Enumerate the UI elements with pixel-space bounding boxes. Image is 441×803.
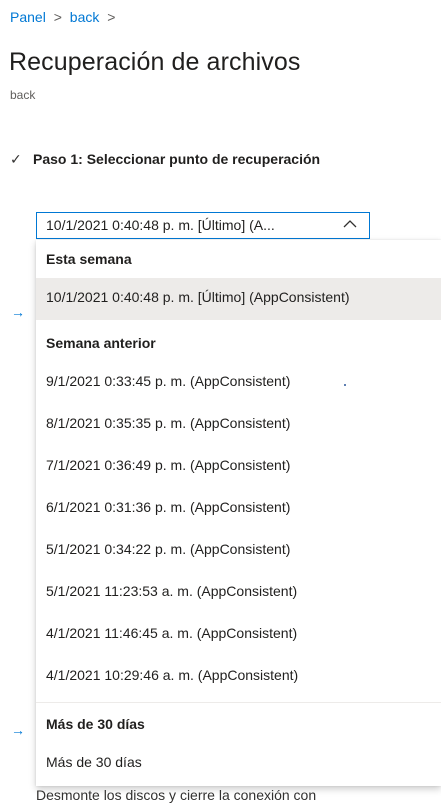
recovery-point-option[interactable]: 5/1/2021 11:23:53 a. m. (AppConsistent) (36, 572, 441, 614)
step-1-section: ✓ Paso 1: Seleccionar punto de recuperac… (10, 149, 340, 170)
arrow-right-icon: → (11, 304, 25, 320)
page-subtitle: back (10, 88, 36, 102)
recovery-point-dropdown[interactable]: 10/1/2021 0:40:48 p. m. [Último] (A... (36, 212, 370, 239)
page-title: Recuperación de archivos (9, 48, 301, 76)
chevron-up-icon (343, 220, 357, 228)
recovery-point-option[interactable]: 7/1/2021 0:36:49 p. m. (AppConsistent) (36, 446, 441, 488)
breadcrumb-separator: > (107, 9, 116, 25)
breadcrumb: Panel > back > (10, 9, 119, 25)
group-header-this-week: Esta semana (46, 251, 132, 267)
breadcrumb-back-link[interactable]: back (70, 9, 100, 25)
group-header-older-30-days: Más de 30 días (46, 716, 145, 732)
recovery-point-option[interactable]: 6/1/2021 0:31:36 p. m. (AppConsistent) (36, 488, 441, 530)
recovery-point-selected-value: 10/1/2021 0:40:48 p. m. [Último] (A... (46, 217, 275, 233)
recovery-point-option[interactable]: 5/1/2021 0:34:22 p. m. (AppConsistent) (36, 530, 441, 572)
recovery-point-option[interactable]: 4/1/2021 11:46:45 a. m. (AppConsistent) (36, 614, 441, 656)
checkmark-icon: ✓ (10, 151, 22, 167)
recovery-point-option[interactable]: Más de 30 días (36, 743, 441, 785)
group-divider (36, 702, 441, 703)
footer-instruction-text: Desmonte los discos y cierre la conexión… (36, 787, 317, 803)
recovery-point-option[interactable]: 10/1/2021 0:40:48 p. m. [Último] (AppCon… (36, 278, 441, 320)
breadcrumb-panel-link[interactable]: Panel (10, 9, 46, 25)
recovery-point-option[interactable]: 4/1/2021 10:29:46 a. m. (AppConsistent) (36, 656, 441, 698)
arrow-right-icon: → (11, 722, 25, 738)
cursor-dot (344, 384, 346, 386)
recovery-point-option[interactable]: 8/1/2021 0:35:35 p. m. (AppConsistent) (36, 404, 441, 446)
breadcrumb-separator: > (53, 9, 62, 25)
group-header-previous-week: Semana anterior (46, 335, 156, 351)
step-1-label: Paso 1: Seleccionar punto de recuperació… (33, 151, 321, 167)
recovery-point-option[interactable]: 9/1/2021 0:33:45 p. m. (AppConsistent) (36, 362, 441, 404)
recovery-point-list: Esta semana 10/1/2021 0:40:48 p. m. [Últ… (36, 240, 441, 786)
